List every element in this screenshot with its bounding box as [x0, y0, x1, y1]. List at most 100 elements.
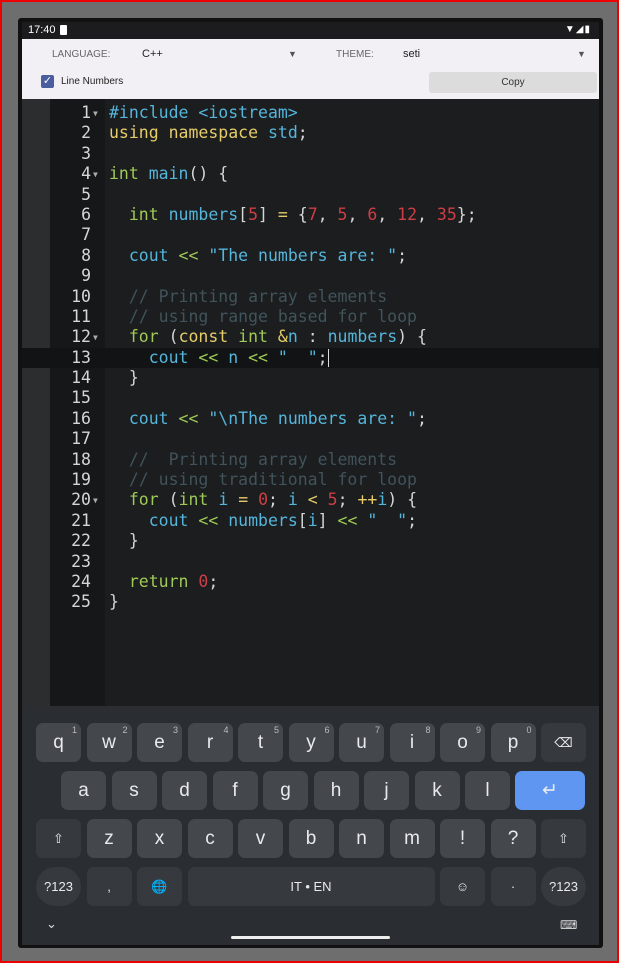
key-j[interactable]: j — [364, 771, 409, 810]
shift-key-right[interactable]: ⇧ — [541, 819, 586, 858]
code-line[interactable]: 1 ▼ #include <iostream> — [22, 103, 599, 123]
code-token: 6 — [367, 204, 378, 224]
key-f[interactable]: f — [212, 771, 258, 810]
theme-select[interactable]: seti ▼ — [397, 43, 592, 65]
symbols-key-right[interactable]: ?123 — [541, 867, 586, 906]
fold-arrow-icon[interactable]: ▼ — [93, 170, 98, 179]
key-s[interactable]: s — [111, 771, 157, 810]
code-line[interactable]: 25} — [22, 592, 599, 612]
key-label: 🌐 — [151, 879, 168, 894]
key-m[interactable]: m — [389, 819, 435, 858]
hide-keyboard-icon[interactable]: ⌄ — [46, 916, 57, 932]
key-b[interactable]: b — [288, 819, 334, 858]
code-line[interactable]: 15 — [22, 388, 599, 408]
code-line[interactable]: 19 // using traditional for loop — [22, 470, 599, 490]
key-a[interactable]: a — [61, 771, 106, 810]
language-select[interactable]: C++ ▼ — [137, 43, 302, 65]
code-line[interactable]: 2 using namespace std; — [22, 123, 599, 143]
copy-button[interactable]: Copy — [429, 72, 597, 93]
key-i[interactable]: i8 — [389, 723, 435, 762]
key-w[interactable]: w2 — [86, 723, 132, 762]
key-v[interactable]: v — [238, 819, 283, 858]
code-line[interactable]: 20 ▼ for (int i = 0; i < 5; ++i) { — [22, 490, 599, 510]
key-question[interactable]: ? — [490, 819, 536, 858]
line-numbers-checkbox[interactable]: ✓ — [41, 75, 54, 88]
space-key[interactable]: IT • EN — [187, 867, 435, 906]
key-k[interactable]: k — [414, 771, 460, 810]
key-e[interactable]: e3 — [137, 723, 182, 762]
code-line[interactable]: 4 ▼ int main() { — [22, 164, 599, 184]
key-p[interactable]: p0 — [490, 723, 536, 762]
key-h[interactable]: h — [313, 771, 359, 810]
shift-key-left[interactable]: ⇧ — [36, 819, 81, 858]
fold-arrow-icon[interactable]: ▼ — [93, 496, 98, 505]
code-lines[interactable]: 1 ▼ #include <iostream> 2 using namespace st… — [22, 103, 599, 613]
code-line[interactable]: 3 — [22, 144, 599, 164]
key-label: b — [305, 828, 317, 849]
code-line[interactable]: 7 — [22, 225, 599, 245]
key-o[interactable]: o9 — [440, 723, 485, 762]
symbols-key-left[interactable]: ?123 — [36, 867, 81, 906]
key-g[interactable]: g — [263, 771, 308, 810]
code-line[interactable]: 13 cout << n << " "; — [22, 347, 599, 369]
code-line[interactable]: 18 // Printing array elements — [22, 450, 599, 470]
key-x[interactable]: x — [137, 819, 182, 858]
code-token: & — [277, 327, 288, 347]
key-label: a — [78, 780, 89, 801]
key-label: y — [306, 732, 316, 753]
backspace-key[interactable]: ⌫ — [541, 723, 586, 762]
key-y[interactable]: y6 — [288, 723, 334, 762]
key-z[interactable]: z — [86, 819, 132, 858]
key-u[interactable]: u7 — [339, 723, 384, 762]
code-token: for — [128, 327, 169, 347]
key-label: o — [457, 732, 468, 753]
enter-key[interactable]: ↵ — [515, 771, 585, 810]
code-line[interactable]: 6 int numbers[5] = {7, 5, 6, 12, 35}; — [22, 205, 599, 225]
code-token: // using traditional for loop — [109, 470, 417, 490]
fold-arrow-icon[interactable]: ▼ — [93, 333, 98, 342]
keyboard-switch-icon[interactable]: ⌨ — [560, 918, 577, 932]
code-text: for (int i = 0; i < 5; ++i) { — [109, 490, 417, 509]
code-token: main — [148, 164, 189, 184]
key-q[interactable]: q1 — [36, 723, 81, 762]
code-editor[interactable]: 1 ▼ #include <iostream> 2 using namespace st… — [22, 99, 599, 706]
line-number: 5 — [81, 184, 91, 204]
home-handle[interactable] — [231, 936, 390, 939]
code-line[interactable]: 12 ▼ for (const int &n : numbers) { — [22, 327, 599, 347]
code-line[interactable]: 5 — [22, 185, 599, 205]
code-line[interactable]: 24 return 0; — [22, 572, 599, 592]
key-label: p — [507, 732, 519, 753]
code-line[interactable]: 8 cout << "The numbers are: "; — [22, 246, 599, 266]
code-line[interactable]: 17 — [22, 429, 599, 449]
code-text: int main() { — [109, 164, 228, 183]
key-exclamation[interactable]: ! — [440, 819, 485, 858]
key-label: i — [409, 732, 415, 753]
line-numbers-label[interactable]: Line Numbers — [61, 76, 123, 87]
key-c[interactable]: c — [187, 819, 233, 858]
code-line[interactable]: 10 // Printing array elements — [22, 287, 599, 307]
key-l[interactable]: l — [465, 771, 510, 810]
key-d[interactable]: d — [162, 771, 207, 810]
line-number: 21 — [71, 510, 91, 530]
code-line[interactable]: 21 cout << numbers[i] << " "; — [22, 511, 599, 531]
key-t[interactable]: t5 — [238, 723, 283, 762]
key-label: ☺ — [455, 879, 470, 894]
code-line[interactable]: 9 — [22, 266, 599, 286]
code-line[interactable]: 16 cout << "\nThe numbers are: "; — [22, 409, 599, 429]
period-key[interactable]: · — [490, 867, 536, 906]
language-label: LANGUAGE: — [52, 49, 111, 60]
key-label: ?123 — [44, 879, 73, 894]
code-token: #include <iostream> — [109, 103, 298, 122]
code-line[interactable]: 23 — [22, 552, 599, 572]
code-token: n — [228, 347, 249, 367]
comma-key[interactable]: , — [86, 867, 132, 906]
code-line[interactable]: 22 } — [22, 531, 599, 551]
fold-arrow-icon[interactable]: ▼ — [93, 109, 98, 118]
code-line[interactable]: 14 } — [22, 368, 599, 388]
key-r[interactable]: r4 — [187, 723, 233, 762]
code-line[interactable]: 11 // using range based for loop — [22, 307, 599, 327]
globe-icon[interactable]: 🌐 — [137, 867, 182, 906]
emoji-icon[interactable]: ☺ — [440, 867, 485, 906]
key-n[interactable]: n — [339, 819, 384, 858]
